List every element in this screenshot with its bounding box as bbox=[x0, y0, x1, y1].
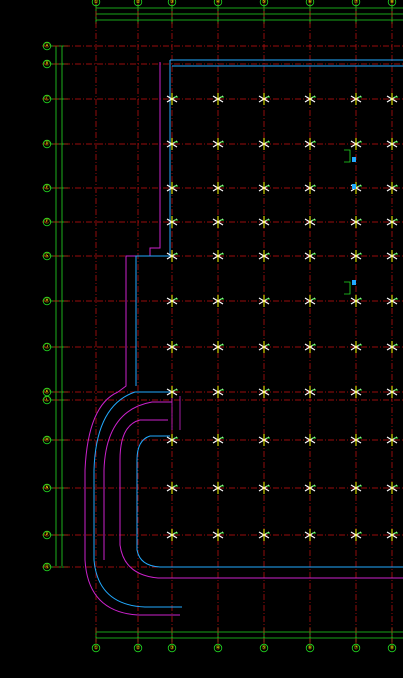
axis-label: ① bbox=[94, 645, 99, 651]
axis-label: ⑤ bbox=[262, 645, 267, 651]
cad-drawing-canvas[interactable]: ① ② ③ ④ ⑤ ⑥ ⑦ ⑧ ① ② ③ ④ ⑤ ⑥ ⑦ ⑧ Ⓐ Ⓑ Ⓒ Ⓓ Ⓔ Ⓕ Ⓖ Ⓗ Ⓙ ⓀⓁ Ⓜ Ⓝ Ⓟ Ⓠ bbox=[0, 0, 403, 678]
axis-label: Ⓔ bbox=[44, 184, 49, 191]
drawing-background bbox=[0, 0, 403, 678]
axis-label: Ⓖ bbox=[44, 252, 49, 259]
axis-label: Ⓝ bbox=[44, 484, 49, 491]
axis-label: ① bbox=[94, 0, 99, 5]
axis-label: ⑧ bbox=[390, 645, 395, 651]
axis-label: ⑤ bbox=[262, 0, 267, 5]
axis-label: ⑥ bbox=[308, 645, 313, 651]
axis-label: Ⓚ bbox=[44, 388, 49, 395]
axis-label: ⑧ bbox=[390, 0, 395, 5]
axis-label: ④ bbox=[216, 645, 221, 651]
axis-label: Ⓠ bbox=[44, 563, 49, 570]
axis-label: Ⓜ bbox=[44, 436, 49, 443]
axis-label: Ⓑ bbox=[44, 60, 49, 67]
axis-label: Ⓓ bbox=[44, 140, 49, 147]
axis-label: ③ bbox=[170, 0, 175, 5]
axis-label: Ⓐ bbox=[44, 42, 49, 49]
axis-label: Ⓕ bbox=[44, 218, 49, 225]
axis-label: ② bbox=[136, 645, 141, 651]
axis-label: Ⓙ bbox=[44, 343, 49, 350]
axis-label: ⑥ bbox=[308, 0, 313, 5]
axis-label: ⑦ bbox=[354, 645, 359, 651]
axis-label: Ⓟ bbox=[44, 531, 49, 538]
axis-label: Ⓒ bbox=[44, 95, 49, 102]
axis-label: Ⓗ bbox=[44, 297, 49, 304]
axis-label: ② bbox=[136, 0, 141, 5]
axis-label: ④ bbox=[216, 0, 221, 5]
axis-label: Ⓛ bbox=[44, 396, 49, 403]
axis-label: ③ bbox=[170, 645, 175, 651]
axis-label: ⑦ bbox=[354, 0, 359, 5]
